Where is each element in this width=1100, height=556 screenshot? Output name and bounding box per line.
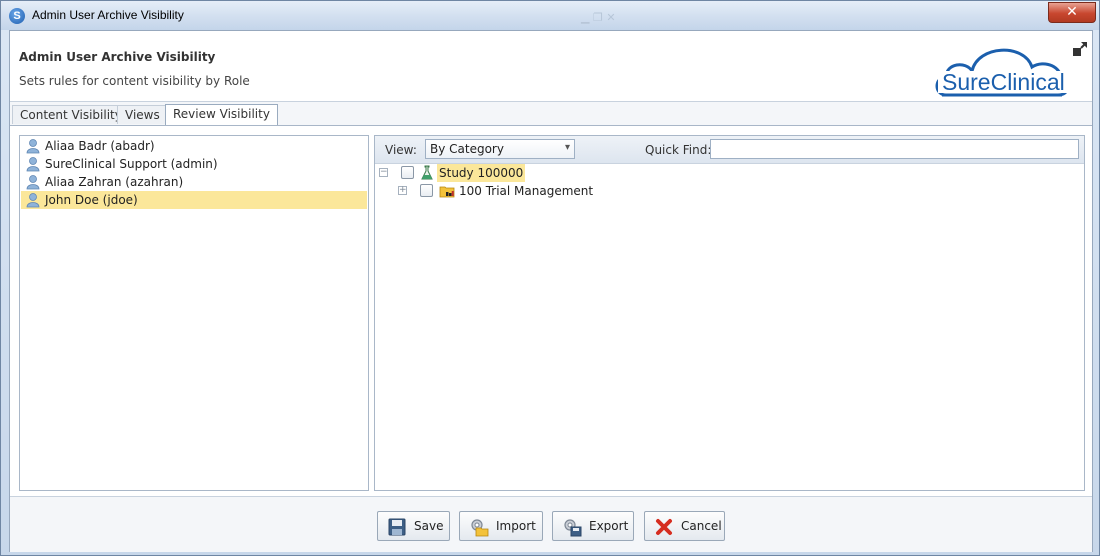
export-button[interactable]: Export: [552, 511, 634, 541]
tree-node-study: − Study 100000: [375, 164, 1084, 182]
tab-review-visibility[interactable]: Review Visibility: [165, 104, 278, 125]
background-window-controls: ▁ ❐ ✕: [581, 11, 616, 24]
tab-bar: Content Visibility Views Review Visibili…: [10, 101, 1092, 126]
flask-icon: [421, 165, 433, 180]
export-gear-disk-icon: [564, 519, 582, 537]
view-select[interactable]: By Category ▾: [425, 139, 575, 159]
user-row-abadr[interactable]: Aliaa Badr (abadr): [21, 137, 367, 155]
close-button[interactable]: ✕: [1048, 2, 1096, 23]
user-label: Aliaa Badr (abadr): [45, 139, 155, 153]
import-button[interactable]: Import: [459, 511, 543, 541]
tree-node-label[interactable]: Study 100000: [437, 164, 526, 182]
cancel-button-label: Cancel: [681, 519, 722, 533]
red-x-icon: [656, 519, 672, 535]
user-icon: [26, 157, 40, 172]
cancel-button[interactable]: Cancel: [644, 511, 725, 541]
user-label: John Doe (jdoe): [45, 193, 138, 207]
export-button-label: Export: [589, 519, 629, 533]
save-button-label: Save: [414, 519, 444, 533]
view-label: View:: [385, 143, 417, 157]
user-row-admin[interactable]: SureClinical Support (admin): [21, 155, 367, 173]
tab-content-visibility[interactable]: Content Visibility: [12, 105, 130, 124]
tree-node-trial-management: + 100 Trial Management: [375, 182, 1084, 200]
user-list: Aliaa Badr (abadr) SureClinical Support …: [19, 135, 369, 491]
folder-icon: [439, 186, 455, 198]
user-label: SureClinical Support (admin): [45, 157, 218, 171]
user-label: Aliaa Zahran (azahran): [45, 175, 184, 189]
import-button-label: Import: [496, 519, 536, 533]
quick-find-label: Quick Find:: [645, 143, 712, 157]
import-gear-folder-icon: [471, 519, 489, 537]
expand-toggle-icon[interactable]: +: [398, 186, 407, 195]
page-title: Admin User Archive Visibility: [19, 50, 216, 64]
dialog-header: Admin User Archive Visibility Sets rules…: [10, 31, 1092, 101]
window-title: Admin User Archive Visibility: [32, 8, 184, 22]
sureclinical-logo: SureClinical: [935, 48, 1070, 97]
visibility-tree-panel: View: By Category ▾ Quick Find: − Study …: [374, 135, 1085, 491]
user-row-azahran[interactable]: Aliaa Zahran (azahran): [21, 173, 367, 191]
user-icon: [26, 175, 40, 190]
user-icon: [26, 193, 40, 208]
dialog-window: S Admin User Archive Visibility ▁ ❐ ✕ ✕ …: [0, 0, 1100, 556]
title-bar[interactable]: S Admin User Archive Visibility ▁ ❐ ✕ ✕: [1, 1, 1099, 30]
app-logo-icon: S: [9, 8, 25, 24]
view-select-value: By Category: [430, 142, 504, 156]
save-button[interactable]: Save: [377, 511, 450, 541]
trial-management-checkbox[interactable]: [420, 184, 433, 197]
page-subtitle: Sets rules for content visibility by Rol…: [19, 74, 250, 88]
logo-text: SureClinical: [942, 69, 1065, 95]
study-checkbox[interactable]: [401, 166, 414, 179]
tree-toolbar: View: By Category ▾ Quick Find:: [375, 136, 1084, 164]
dialog-body: Admin User Archive Visibility Sets rules…: [9, 30, 1093, 552]
user-row-jdoe[interactable]: John Doe (jdoe): [21, 191, 367, 209]
floppy-disk-icon: [388, 518, 406, 536]
tree-node-label[interactable]: 100 Trial Management: [457, 182, 595, 200]
chevron-down-icon: ▾: [564, 142, 570, 153]
tab-views[interactable]: Views: [117, 105, 168, 124]
dialog-footer: Save Import Export Cancel: [10, 496, 1092, 552]
quick-find-input[interactable]: [710, 139, 1079, 159]
expand-icon[interactable]: [1072, 41, 1088, 57]
user-icon: [26, 139, 40, 154]
collapse-toggle-icon[interactable]: −: [379, 168, 388, 177]
